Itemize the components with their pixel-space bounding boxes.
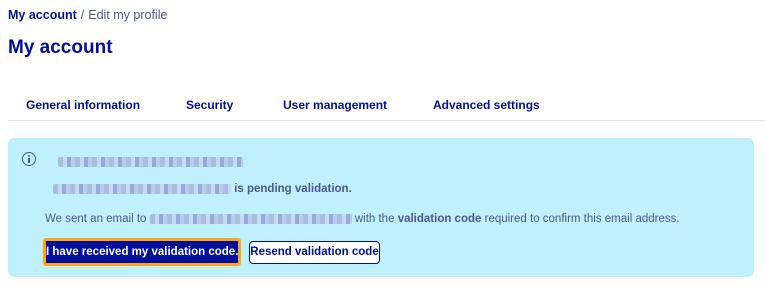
redacted-email: [53, 183, 231, 194]
redacted-text: [58, 156, 243, 167]
email-sent-message: We sent an email to with the validation …: [45, 211, 680, 227]
tab-user-management[interactable]: User management: [283, 98, 387, 112]
breadcrumb-separator: /: [80, 8, 85, 22]
page-title: My account: [8, 37, 113, 58]
tab-general-information[interactable]: General information: [26, 98, 140, 112]
pending-validation-text: is pending validation.: [234, 183, 352, 195]
redacted-email: [149, 213, 352, 224]
pending-validation-message: is pending validation.: [53, 181, 352, 197]
breadcrumb-link-my-account[interactable]: My account: [8, 8, 77, 22]
sent-middle: with the: [354, 213, 395, 225]
validation-code-label: validation code: [397, 213, 482, 225]
tab-advanced-settings[interactable]: Advanced settings: [433, 98, 540, 112]
email-validation-alert: is pending validation. We sent an email …: [8, 138, 754, 277]
resend-validation-code-button[interactable]: Resend validation code: [249, 241, 380, 264]
tab-bar: General information Security User manage…: [8, 95, 765, 121]
info-icon: [22, 152, 36, 166]
tab-security[interactable]: Security: [186, 98, 233, 112]
alert-title: [58, 153, 243, 167]
sent-prefix: We sent an email to: [45, 213, 147, 225]
received-validation-code-button[interactable]: I have received my validation code.: [43, 238, 241, 266]
breadcrumb-current: Edit my profile: [88, 8, 168, 22]
sent-suffix: required to confirm this email address.: [484, 213, 680, 225]
breadcrumb: My account / Edit my profile: [8, 7, 167, 23]
